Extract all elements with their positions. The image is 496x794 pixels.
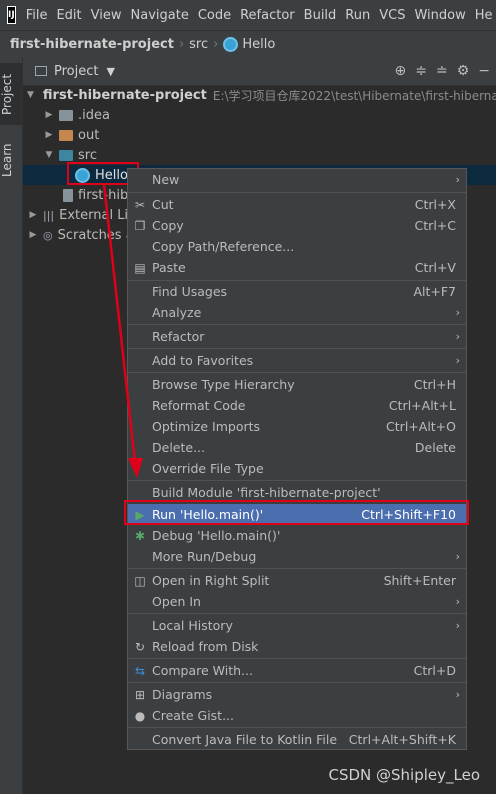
watermark: CSDN @Shipley_Leo bbox=[328, 766, 480, 784]
annotation-arrow bbox=[102, 183, 143, 478]
